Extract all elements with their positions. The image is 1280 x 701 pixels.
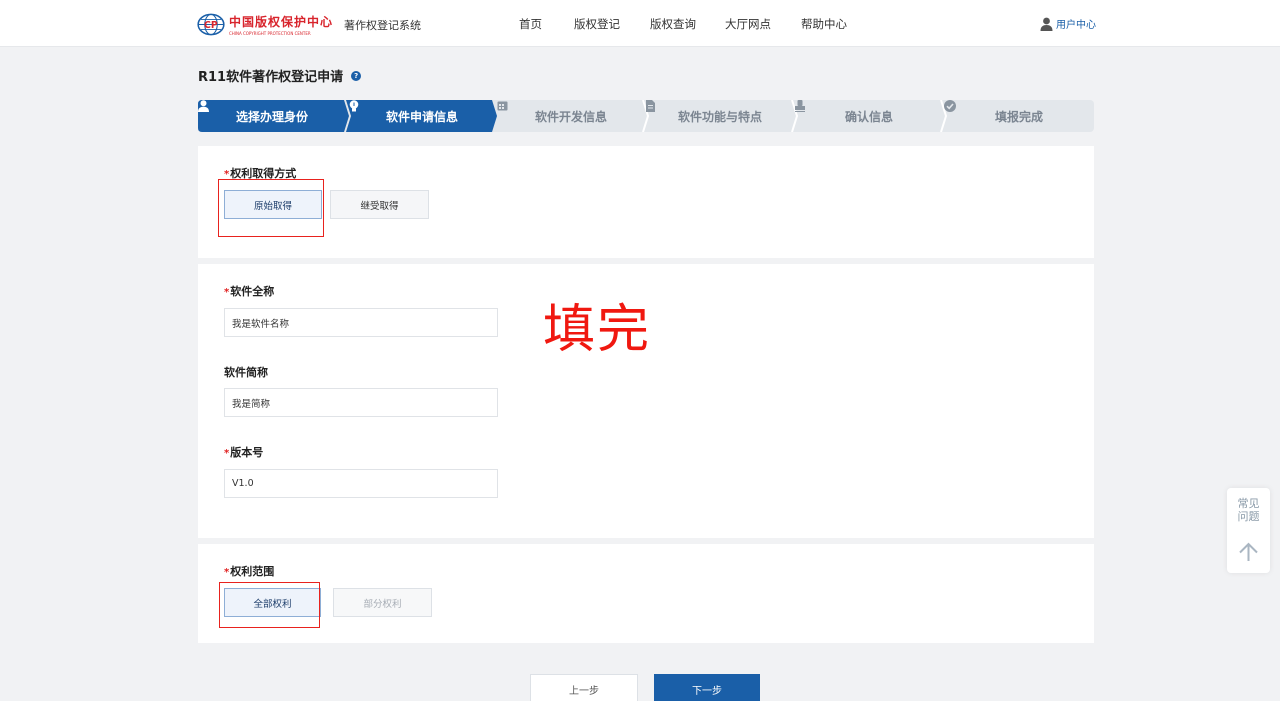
top-header: CP 中国版权保护中心 CHINA COPYRIGHT PROTECTION C… (0, 0, 1280, 47)
software-short-name-input[interactable]: 我是简称 (224, 388, 498, 417)
step-label: 软件开发信息 (534, 109, 607, 124)
acquisition-label: *权利取得方式 (224, 165, 296, 181)
step-choose-identity[interactable]: 选择办理身份 (198, 100, 346, 132)
short-name-label: 软件简称 (224, 366, 268, 379)
logo-en-text: CHINA COPYRIGHT PROTECTION CENTER (228, 31, 311, 36)
full-name-label: *软件全称 (224, 283, 274, 299)
step-label: 选择办理身份 (235, 109, 308, 124)
nav-home[interactable]: 首页 (519, 0, 542, 47)
annotation-text: 填完 (543, 300, 652, 360)
next-step-button[interactable]: 下一步 (654, 674, 760, 701)
progress-stepper: 选择办理身份 软件申请信息 软件开发信息 软件功能与特点 确认信息 填报完成 (198, 100, 1094, 132)
faq-line-1: 常见 (1237, 497, 1260, 510)
user-icon (198, 100, 209, 112)
step-confirm[interactable]: 确认信息 (795, 100, 943, 132)
page-title: R11软件著作权登记申请 ? (198, 66, 362, 85)
user-center-label: 用户中心 (1056, 20, 1096, 31)
prev-step-button[interactable]: 上一步 (530, 674, 638, 701)
nav-register[interactable]: 版权登记 (574, 0, 620, 47)
logo[interactable]: CP 中国版权保护中心 CHINA COPYRIGHT PROTECTION C… (197, 10, 333, 39)
option-partial-rights[interactable]: 部分权利 (333, 588, 432, 617)
step-complete[interactable]: 填报完成 (944, 100, 1094, 132)
page-title-text: R11软件著作权登记申请 (198, 70, 344, 85)
stamp-icon (795, 100, 805, 112)
calendar-icon (497, 101, 508, 111)
logo-mark-icon: CP (197, 13, 225, 36)
user-icon (1040, 17, 1053, 31)
step-software-info[interactable]: 软件申请信息 (349, 100, 495, 132)
check-circle-icon (944, 100, 956, 112)
acquisition-label-text: 权利取得方式 (230, 167, 297, 180)
logo-cn-text: 中国版权保护中心 (228, 15, 333, 29)
version-label-text: 版本号 (230, 446, 264, 459)
faq-label: 常见 问题 (1227, 497, 1270, 523)
bulb-icon (349, 100, 359, 112)
step-label: 确认信息 (844, 109, 893, 124)
required-mark: * (224, 287, 230, 298)
version-label: *版本号 (224, 444, 263, 460)
option-original-acquisition[interactable]: 原始取得 (224, 190, 322, 219)
user-center-link[interactable]: 用户中心 (1040, 16, 1096, 31)
version-input[interactable]: V1.0 (224, 469, 498, 498)
system-name: 著作权登记系统 (344, 19, 421, 32)
step-label: 填报完成 (994, 109, 1043, 124)
full-name-label-text: 软件全称 (230, 285, 275, 298)
step-label: 软件申请信息 (385, 109, 458, 124)
nav-halls[interactable]: 大厅网点 (725, 0, 771, 47)
nav-help[interactable]: 帮助中心 (801, 0, 847, 47)
scope-card: *权利范围 全部权利 部分权利 (198, 544, 1094, 643)
nav-query[interactable]: 版权查询 (650, 0, 696, 47)
option-all-rights[interactable]: 全部权利 (224, 588, 321, 617)
step-label: 软件功能与特点 (677, 109, 762, 124)
acquisition-card: *权利取得方式 原始取得 继受取得 (198, 146, 1094, 258)
back-to-top-icon[interactable] (1238, 542, 1259, 562)
scope-label: *权利范围 (224, 563, 274, 579)
scope-label-text: 权利范围 (230, 565, 275, 578)
faq-float-panel[interactable]: 常见 问题 (1227, 488, 1270, 573)
help-icon[interactable]: ? (351, 70, 362, 81)
faq-line-2: 问题 (1237, 510, 1260, 523)
software-full-name-input[interactable]: 我是软件名称 (224, 308, 498, 337)
svg-text:CP: CP (204, 20, 218, 31)
required-mark: * (224, 169, 230, 180)
required-mark: * (224, 448, 230, 459)
document-icon (646, 100, 655, 112)
step-dev-info[interactable]: 软件开发信息 (497, 100, 645, 132)
step-features[interactable]: 软件功能与特点 (646, 100, 794, 132)
required-mark: * (224, 567, 230, 578)
option-inherited-acquisition[interactable]: 继受取得 (330, 190, 429, 219)
